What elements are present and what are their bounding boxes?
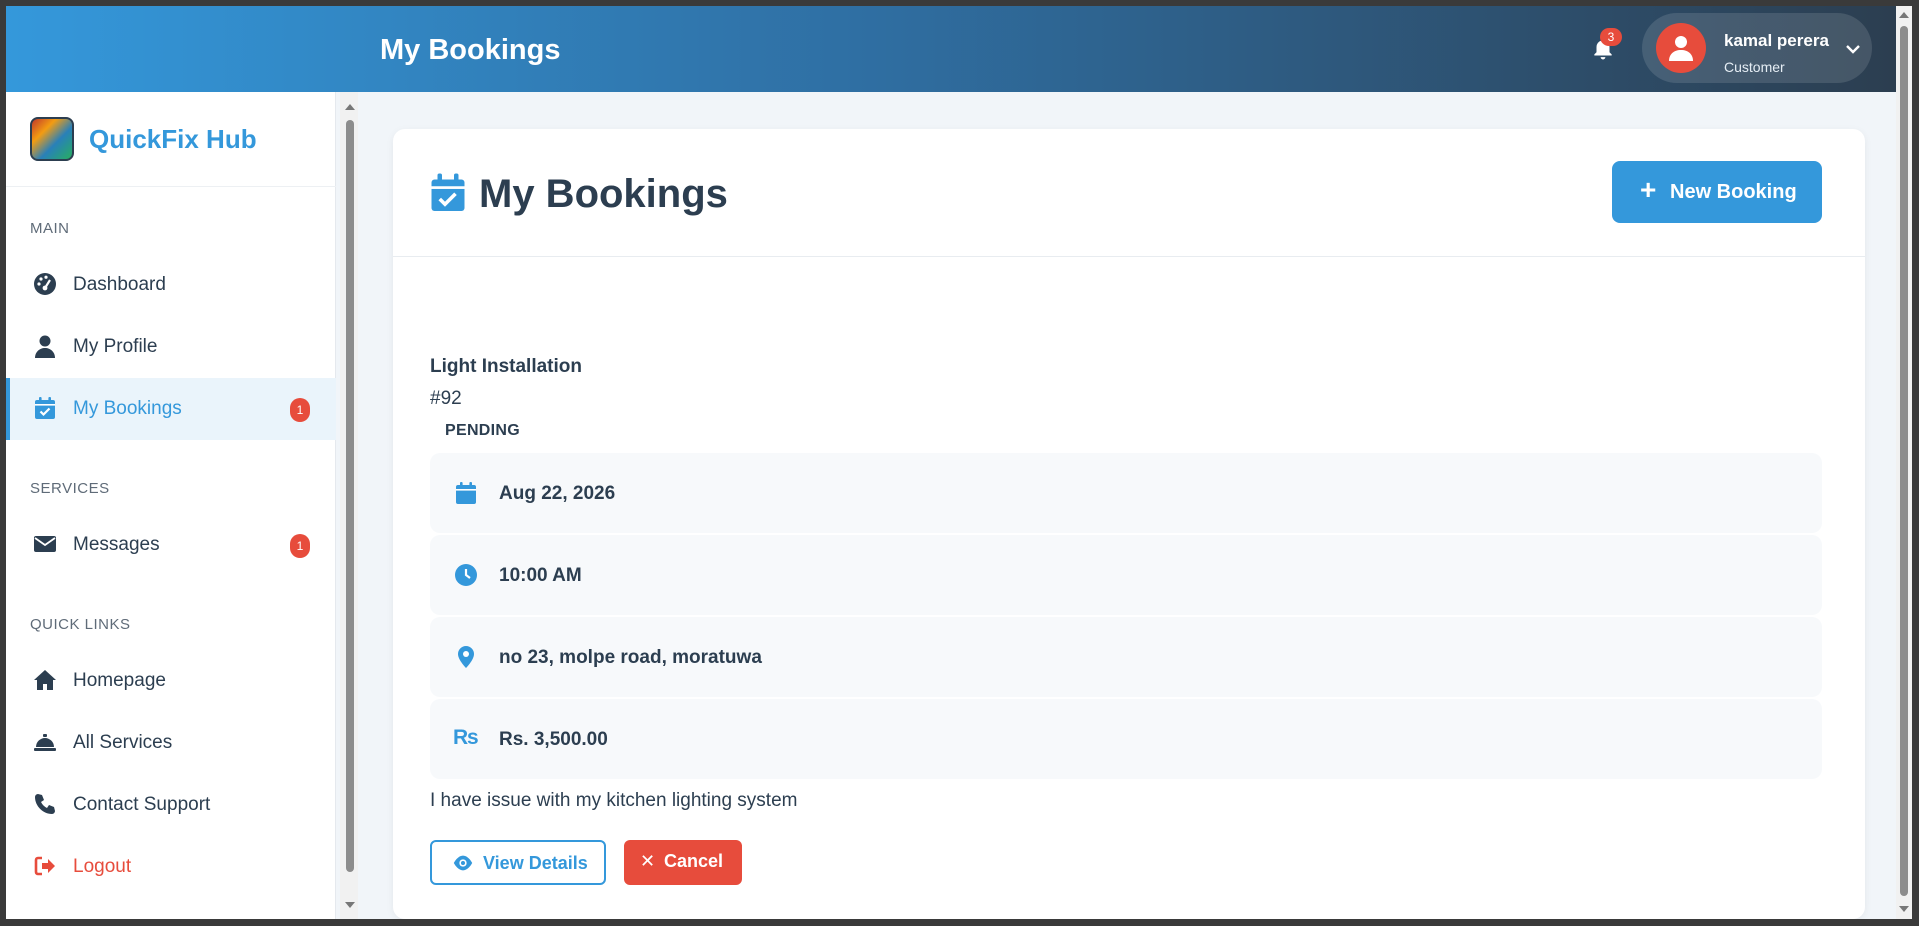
sidebar-scrollbar[interactable] bbox=[340, 92, 358, 919]
chevron-down-icon bbox=[1846, 45, 1860, 54]
plus-icon: + bbox=[1640, 174, 1657, 205]
logout-icon bbox=[34, 856, 55, 876]
cancel-booking-button[interactable]: ✕ Cancel bbox=[624, 840, 742, 885]
page-title: My Bookings bbox=[479, 172, 728, 216]
booking-address: no 23, molpe road, moratuwa bbox=[499, 647, 762, 668]
brand-logo bbox=[30, 117, 74, 161]
booking-date-row: Aug 22, 2026 bbox=[430, 453, 1822, 533]
user-role: Customer bbox=[1724, 59, 1785, 75]
booking-description: I have issue with my kitchen lighting sy… bbox=[430, 790, 798, 811]
sidebar-item-label: Dashboard bbox=[73, 274, 166, 295]
sidebar: QuickFix Hub MAIN Dashboard My Profile M… bbox=[6, 92, 336, 919]
phone-icon bbox=[35, 794, 55, 814]
calendar-check-icon bbox=[431, 173, 465, 211]
status-badge: PENDING bbox=[445, 422, 520, 439]
sidebar-item-all-services[interactable]: All Services bbox=[6, 712, 336, 774]
envelope-icon bbox=[34, 536, 56, 552]
rupee-icon: ₨ bbox=[453, 726, 479, 749]
booking-price-row: ₨ Rs. 3,500.00 bbox=[430, 699, 1822, 779]
user-icon bbox=[35, 335, 55, 358]
sidebar-item-label: My Profile bbox=[73, 336, 158, 357]
booking-time: 10:00 AM bbox=[499, 565, 582, 586]
sidebar-item-homepage[interactable]: Homepage bbox=[6, 650, 336, 712]
sidebar-item-label: Logout bbox=[73, 856, 132, 877]
section-label-main: MAIN bbox=[30, 220, 70, 237]
messages-count-badge: 1 bbox=[290, 534, 310, 558]
app-window: My Bookings 3 kamal perera Customer Quic… bbox=[6, 6, 1912, 919]
sidebar-item-logout[interactable]: Logout bbox=[6, 836, 336, 898]
scroll-down-icon[interactable] bbox=[345, 902, 355, 908]
sidebar-item-label: Messages bbox=[73, 534, 160, 555]
section-label-quick-links: QUICK LINKS bbox=[30, 616, 131, 633]
view-details-button[interactable]: View Details bbox=[430, 840, 606, 885]
close-icon: ✕ bbox=[640, 851, 656, 871]
booking-price: Rs. 3,500.00 bbox=[499, 729, 608, 750]
clock-icon bbox=[455, 564, 477, 586]
sidebar-scroll-thumb[interactable] bbox=[346, 120, 354, 872]
booking-address-row: no 23, molpe road, moratuwa bbox=[430, 617, 1822, 697]
home-icon bbox=[34, 670, 56, 690]
sidebar-item-label: All Services bbox=[73, 732, 173, 753]
booking-id: #92 bbox=[430, 388, 462, 409]
sidebar-item-messages[interactable]: Messages 1 bbox=[6, 514, 336, 576]
sidebar-item-my-profile[interactable]: My Profile bbox=[6, 316, 336, 378]
eye-icon bbox=[453, 855, 473, 871]
sidebar-item-label: Contact Support bbox=[73, 794, 211, 815]
brand-name: QuickFix Hub bbox=[89, 124, 257, 154]
sidebar-item-contact-support[interactable]: Contact Support bbox=[6, 774, 336, 836]
top-header: My Bookings 3 kamal perera Customer bbox=[6, 6, 1896, 92]
map-marker-icon bbox=[458, 646, 474, 668]
bookings-count-badge: 1 bbox=[290, 398, 310, 422]
cancel-label: Cancel bbox=[664, 851, 724, 871]
sidebar-item-dashboard[interactable]: Dashboard bbox=[6, 254, 336, 316]
calendar-icon bbox=[456, 482, 476, 504]
section-label-services: SERVICES bbox=[30, 480, 110, 497]
user-avatar-icon bbox=[1669, 36, 1693, 61]
notification-count-badge: 3 bbox=[1600, 28, 1622, 46]
header-title: My Bookings bbox=[380, 34, 561, 66]
user-name: kamal perera bbox=[1724, 31, 1829, 50]
sidebar-item-label: My Bookings bbox=[73, 398, 182, 419]
concierge-bell-icon bbox=[34, 734, 56, 751]
booking-time-row: 10:00 AM bbox=[430, 535, 1822, 615]
new-booking-label: New Booking bbox=[1670, 181, 1797, 203]
sidebar-item-my-bookings[interactable]: My Bookings 1 bbox=[6, 378, 336, 440]
brand[interactable]: QuickFix Hub bbox=[6, 92, 336, 187]
calendar-check-icon bbox=[35, 397, 55, 419]
dashboard-icon bbox=[34, 273, 56, 295]
new-booking-button[interactable]: + New Booking bbox=[1612, 161, 1822, 223]
scroll-down-icon[interactable] bbox=[1899, 906, 1909, 912]
booking-service-name: Light Installation bbox=[430, 356, 582, 377]
view-details-label: View Details bbox=[483, 853, 588, 873]
avatar bbox=[1656, 23, 1706, 73]
card-header: My Bookings + New Booking bbox=[393, 129, 1865, 257]
bookings-card: My Bookings + New Booking Light Installa… bbox=[393, 129, 1865, 919]
sidebar-item-label: Homepage bbox=[73, 670, 166, 691]
scroll-up-icon[interactable] bbox=[345, 104, 355, 110]
user-menu[interactable]: kamal perera Customer bbox=[1642, 13, 1872, 83]
scroll-up-icon[interactable] bbox=[1899, 12, 1909, 18]
page-scrollbar[interactable] bbox=[1896, 6, 1912, 919]
page-scroll-thumb[interactable] bbox=[1900, 26, 1908, 896]
booking-date: Aug 22, 2026 bbox=[499, 483, 616, 504]
